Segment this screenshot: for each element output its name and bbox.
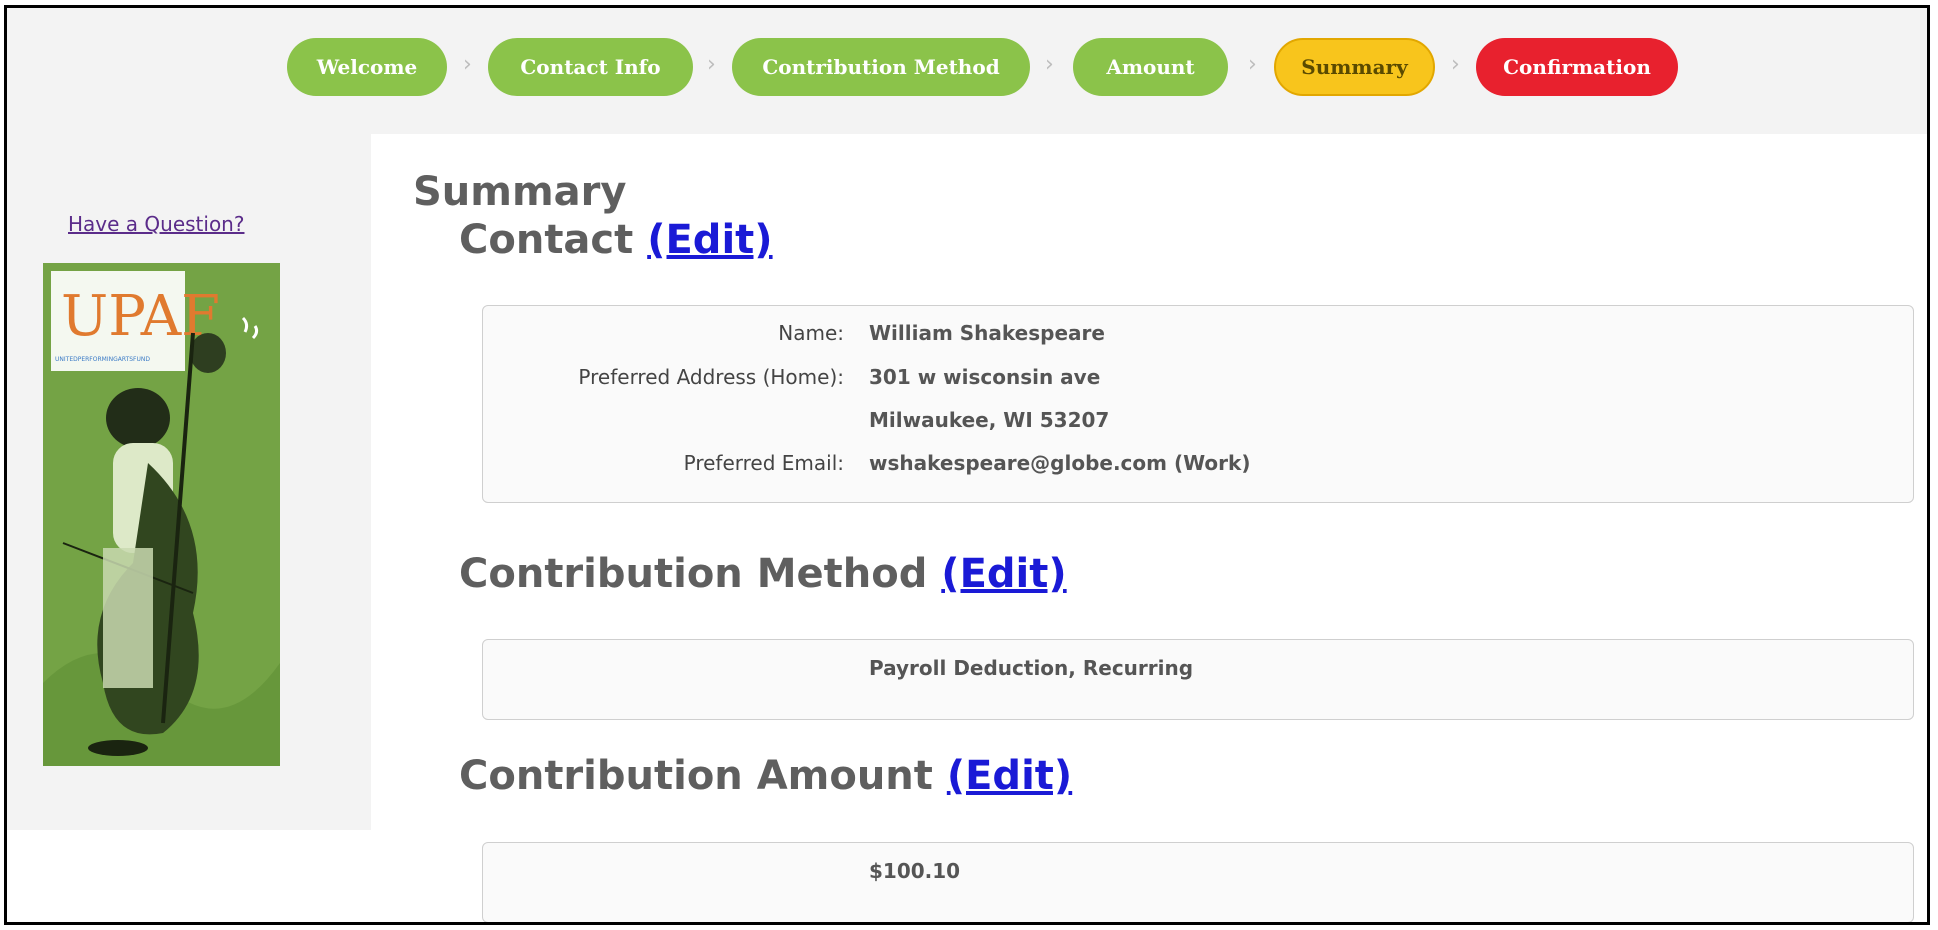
upaf-poster-image: UPAF UNITEDPERFORMINGARTSFUND [43, 263, 280, 766]
chevron-right-icon: › [1451, 52, 1460, 77]
contact-name-row: Name: William Shakespeare [483, 321, 1913, 351]
contact-address-row-2: Milwaukee, WI 53207 [483, 408, 1913, 438]
contact-section-heading: Contact (Edit) [459, 217, 773, 263]
edit-method-link[interactable]: (Edit) [941, 551, 1066, 597]
address-line2: Milwaukee, WI 53207 [869, 408, 1110, 432]
name-value: William Shakespeare [869, 321, 1105, 345]
page-frame: Welcome › Contact Info › Contribution Me… [4, 5, 1930, 925]
chevron-right-icon: › [463, 52, 472, 77]
method-section-heading: Contribution Method (Edit) [459, 551, 1067, 597]
method-row: Payroll Deduction, Recurring [483, 656, 1913, 686]
page-title: Summary [413, 169, 627, 215]
amount-card: $100.10 [482, 842, 1914, 922]
contact-address-row: Preferred Address (Home): 301 w wisconsi… [483, 365, 1913, 395]
amount-section-heading: Contribution Amount (Edit) [459, 753, 1072, 799]
chevron-right-icon: › [1045, 52, 1054, 77]
amount-heading-text: Contribution Amount [459, 753, 933, 799]
address-label: Preferred Address (Home): [578, 365, 844, 389]
method-card: Payroll Deduction, Recurring [482, 639, 1914, 720]
contact-heading-text: Contact [459, 217, 634, 263]
email-label: Preferred Email: [683, 451, 844, 475]
step-welcome[interactable]: Welcome [287, 38, 447, 96]
edit-amount-link[interactable]: (Edit) [947, 753, 1072, 799]
email-value: wshakespeare@globe.com (Work) [869, 451, 1251, 475]
chevron-right-icon: › [707, 52, 716, 77]
step-confirmation[interactable]: Confirmation [1476, 38, 1678, 96]
contact-card: Name: William Shakespeare Preferred Addr… [482, 305, 1914, 503]
poster-tagline: UNITEDPERFORMINGARTSFUND [55, 356, 150, 363]
step-summary[interactable]: Summary [1274, 38, 1435, 96]
step-contact-info[interactable]: Contact Info [488, 38, 693, 96]
edit-contact-link[interactable]: (Edit) [647, 217, 772, 263]
name-label: Name: [778, 321, 844, 345]
method-heading-text: Contribution Method [459, 551, 928, 597]
method-value: Payroll Deduction, Recurring [869, 656, 1194, 680]
amount-row: $100.10 [483, 859, 1913, 889]
step-contribution-method[interactable]: Contribution Method [732, 38, 1030, 96]
amount-value: $100.10 [869, 859, 961, 883]
chevron-right-icon: › [1248, 52, 1257, 77]
summary-panel: Summary Contact (Edit) Name: William Sha… [371, 134, 1927, 922]
address-line1: 301 w wisconsin ave [869, 365, 1101, 389]
contact-email-row: Preferred Email: wshakespeare@globe.com … [483, 451, 1913, 481]
progress-stepper: Welcome › Contact Info › Contribution Me… [7, 8, 1927, 134]
have-a-question-link[interactable]: Have a Question? [68, 212, 244, 236]
step-amount[interactable]: Amount [1073, 38, 1228, 96]
sidebar: Have a Question? UPAF UNITEDPERFORMINGAR… [7, 134, 371, 830]
